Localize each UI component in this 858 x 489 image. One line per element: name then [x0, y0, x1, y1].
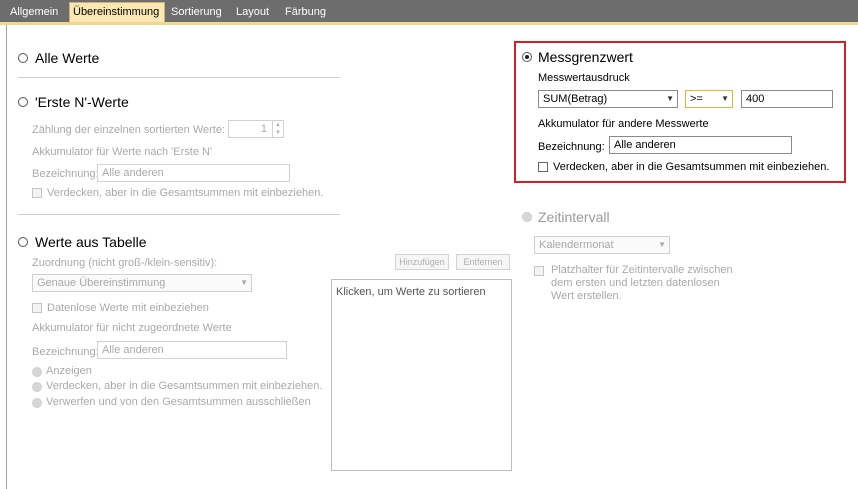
messgrenzwert-verdecken-label: Verdecken, aber in die Gesamtsummen mit … [553, 161, 830, 173]
werte-list[interactable]: Klicken, um Werte zu sortieren [331, 279, 512, 471]
zuordnung-select[interactable]: Genaue Übereinstimmung ▼ [32, 274, 252, 292]
zeitintervall-radio[interactable] [522, 212, 532, 222]
hinzufuegen-button[interactable]: Hinzufügen [395, 254, 449, 270]
tabelle-bezeichnung-label: Bezeichnung: [32, 346, 99, 358]
option-verdecken-radio[interactable] [32, 382, 42, 392]
dropdown-arrow-icon: ▼ [240, 278, 248, 287]
erste-n-verdecken-checkbox[interactable] [32, 188, 42, 198]
messwertausdruck-label: Messwertausdruck [538, 72, 630, 84]
zuordnung-label: Zuordnung (nicht groß-/klein-sensitiv): [32, 257, 218, 269]
messgrenzwert-bezeichnung-input[interactable]: Alle anderen [609, 136, 792, 154]
operator-select-value: >= [690, 93, 703, 105]
messwertausdruck-select-value: SUM(Betrag) [543, 93, 608, 105]
platzhalter-label-line-1: Platzhalter für Zeitintervalle zwischen [551, 264, 733, 276]
option-anzeigen-radio[interactable] [32, 367, 42, 377]
erste-n-verdecken-label: Verdecken, aber in die Gesamtsummen mit … [47, 187, 324, 199]
datenlose-checkbox[interactable] [32, 303, 42, 313]
tab-allgemein[interactable]: Allgemein [10, 3, 58, 22]
tab-layout[interactable]: Layout [236, 3, 269, 22]
spinner-down-icon[interactable]: ▼ [273, 129, 283, 137]
erste-n-label: 'Erste N'-Werte [35, 94, 129, 110]
separator [18, 77, 340, 78]
tab-uebereinstimmung[interactable]: Übereinstimmung [69, 2, 165, 22]
zeitintervall-select[interactable]: Kalendermonat ▼ [534, 236, 670, 254]
tabelle-radio[interactable] [18, 237, 28, 247]
tab-bar-stripe [0, 22, 858, 25]
alle-werte-radio[interactable] [18, 53, 28, 63]
dropdown-arrow-icon: ▼ [666, 94, 674, 103]
platzhalter-label: Platzhalter für Zeitintervalle zwischen … [551, 264, 733, 303]
option-verwerfen-label: Verwerfen und von den Gesamtsummen aussc… [46, 396, 311, 408]
messgrenzwert-akkumulator-label: Akkumulator für andere Messwerte [538, 118, 709, 130]
messgrenzwert-bezeichnung-label: Bezeichnung: [538, 141, 605, 153]
messgrenzwert-verdecken-checkbox[interactable] [538, 162, 548, 172]
messwertausdruck-select[interactable]: SUM(Betrag) ▼ [538, 90, 678, 108]
tab-faerbung[interactable]: Färbung [285, 3, 326, 22]
panel-left-border [6, 25, 7, 489]
platzhalter-checkbox[interactable] [534, 266, 544, 276]
tabelle-label: Werte aus Tabelle [35, 234, 147, 250]
dropdown-arrow-icon: ▼ [721, 94, 729, 103]
spinner-up-icon[interactable]: ▲ [273, 121, 283, 129]
tab-sortierung[interactable]: Sortierung [171, 3, 222, 22]
tabelle-akkumulator-label: Akkumulator für nicht zugeordnete Werte [32, 322, 232, 334]
entfernen-button[interactable]: Entfernen [456, 254, 510, 270]
option-verwerfen-radio[interactable] [32, 398, 42, 408]
erste-n-akkumulator-label: Akkumulator für Werte nach 'Erste N' [32, 146, 213, 158]
erste-n-radio[interactable] [18, 97, 28, 107]
messgrenzwert-label: Messgrenzwert [538, 49, 633, 65]
messgrenzwert-radio[interactable] [522, 52, 532, 62]
tabelle-bezeichnung-input[interactable]: Alle anderen [97, 341, 287, 359]
platzhalter-label-line-3: Wert erstellen. [551, 290, 622, 302]
separator [18, 214, 340, 215]
dropdown-arrow-icon: ▼ [658, 240, 666, 249]
erste-n-bezeichnung-input[interactable]: Alle anderen [97, 164, 290, 182]
zeitintervall-select-value: Kalendermonat [539, 239, 614, 251]
option-anzeigen-label: Anzeigen [46, 365, 92, 377]
alle-werte-label: Alle Werte [35, 50, 100, 66]
option-verdecken-label: Verdecken, aber in die Gesamtsummen mit … [46, 380, 323, 392]
platzhalter-label-line-2: dem ersten und letzten datenlosen [551, 277, 720, 289]
werte-list-header[interactable]: Klicken, um Werte zu sortieren [336, 286, 486, 298]
zuordnung-select-value: Genaue Übereinstimmung [37, 277, 166, 289]
zeitintervall-label: Zeitintervall [538, 209, 610, 225]
count-spinner[interactable]: ▲ ▼ [272, 121, 283, 137]
tab-bar: Allgemein Übereinstimmung Sortierung Lay… [0, 0, 858, 22]
erste-n-count-label: Zählung der einzelnen sortierten Werte: [32, 124, 226, 136]
operator-select[interactable]: >= ▼ [685, 90, 733, 108]
threshold-input[interactable]: 400 [741, 90, 833, 108]
datenlose-label: Datenlose Werte mit einbeziehen [47, 302, 209, 314]
erste-n-bezeichnung-label: Bezeichnung: [32, 168, 99, 180]
